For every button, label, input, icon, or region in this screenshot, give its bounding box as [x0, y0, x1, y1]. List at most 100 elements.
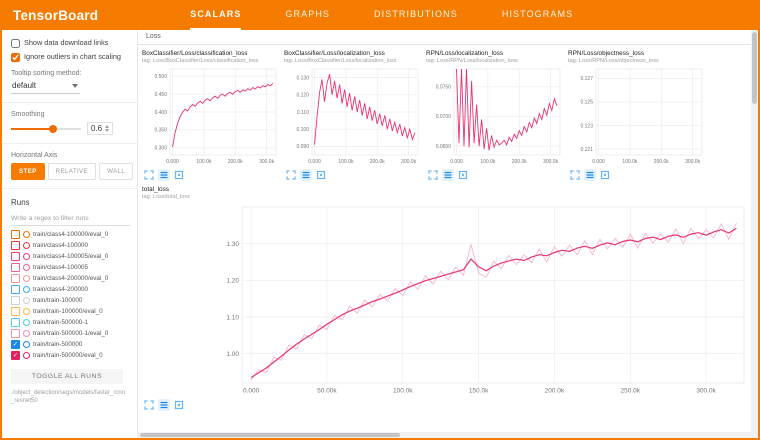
total-loss-chart[interactable]: 0.00050.00k100.0k150.0k200.0k250.0k300.0… [142, 201, 751, 397]
svg-text:0.100: 0.100 [296, 127, 309, 133]
run-color-swatch [23, 275, 30, 282]
run-item[interactable]: train/class4-200000/eval_0 [11, 273, 130, 284]
pin-icon[interactable] [599, 169, 611, 181]
tab-histograms[interactable]: HISTOGRAMS [502, 0, 573, 30]
svg-text:300.0k: 300.0k [259, 159, 275, 165]
box-localization-loss-chart[interactable]: 0.000100.0k200.0k300.0k0.0900.1000.1100.… [284, 65, 424, 167]
run-checkbox[interactable] [11, 274, 20, 283]
pin-icon[interactable] [315, 169, 327, 181]
spinner-arrows-icon[interactable] [105, 125, 109, 132]
run-checkbox[interactable] [11, 241, 20, 250]
tab-distributions[interactable]: DISTRIBUTIONS [374, 0, 458, 30]
run-item[interactable]: ✓ train/train-500000 [11, 339, 130, 350]
chart-title: BoxClassifier/Loss/localization_loss [284, 50, 424, 57]
data-table-icon[interactable] [584, 169, 596, 181]
run-item[interactable]: train/train-100000 [11, 295, 130, 306]
run-color-swatch [23, 341, 30, 348]
runs-list: train/class4-100000/eval_0 train/class4-1… [11, 229, 130, 365]
svg-text:0.130: 0.130 [296, 75, 309, 81]
fullscreen-icon[interactable] [143, 399, 155, 411]
run-checkbox[interactable] [11, 285, 20, 294]
svg-text:0.350: 0.350 [154, 128, 167, 134]
settings-sidebar: Show data download links Ignore outliers… [2, 30, 138, 438]
tab-graphs[interactable]: GRAPHS [285, 0, 330, 30]
run-checkbox[interactable] [11, 318, 20, 327]
toggle-all-runs-button[interactable]: TOGGLE ALL RUNS [11, 369, 123, 384]
run-name: train/class4-200000 [33, 286, 88, 293]
chart-footer [142, 167, 282, 181]
run-item[interactable]: train/class4-100005 [11, 262, 130, 273]
run-checkbox[interactable]: ✓ [11, 340, 20, 349]
data-table-icon[interactable] [158, 399, 170, 411]
chart-title: total_loss [142, 186, 751, 193]
svg-text:0.500: 0.500 [154, 74, 167, 80]
run-item[interactable]: train/class4-200000 [11, 284, 130, 295]
run-name: train/train-500000-1 [33, 319, 88, 326]
run-name: train/class4-100000/eval_0 [33, 231, 108, 238]
run-name: train/train-500000/eval_0 [33, 352, 103, 359]
run-checkbox[interactable] [11, 230, 20, 239]
app-logo: TensorBoard [2, 8, 98, 23]
fullscreen-icon[interactable] [427, 169, 439, 181]
chart-tag: tag: Loss/BoxClassifier/Loss/classificat… [142, 58, 282, 64]
run-item[interactable]: train/class4-100005/eval_0 [11, 251, 130, 262]
chart-title: BoxClassifier/Loss/classification_loss [142, 50, 282, 57]
run-item[interactable]: ✓ train/train-500000/eval_0 [11, 350, 130, 361]
small-charts-row: BoxClassifier/Loss/classification_loss t… [138, 45, 751, 181]
run-checkbox[interactable] [11, 329, 20, 338]
data-table-icon[interactable] [300, 169, 312, 181]
svg-text:0.000: 0.000 [166, 159, 179, 165]
data-table-icon[interactable] [442, 169, 454, 181]
run-checkbox[interactable] [11, 296, 20, 305]
pin-icon[interactable] [457, 169, 469, 181]
run-item[interactable]: train/train-500000-1/eval_0 [11, 328, 130, 339]
pin-icon[interactable] [173, 169, 185, 181]
ignore-outliers-checkbox[interactable] [11, 53, 20, 62]
chart-card-classification-loss: BoxClassifier/Loss/classification_loss t… [142, 50, 282, 181]
fullscreen-icon[interactable] [285, 169, 297, 181]
svg-text:100.0k: 100.0k [196, 159, 212, 165]
slider-knob[interactable] [49, 125, 57, 133]
classification-loss-chart[interactable]: 0.000100.0k200.0k300.0k0.3000.3500.4000.… [142, 65, 282, 167]
data-table-icon[interactable] [158, 169, 170, 181]
tooltip-sorting-select[interactable]: default [11, 80, 80, 94]
ignore-outliers-row[interactable]: Ignore outliers in chart scaling [11, 52, 130, 62]
rpn-localization-loss-chart[interactable]: 0.000100.0k200.0k300.0k0.06500.07000.075… [426, 65, 566, 167]
run-color-swatch [23, 297, 30, 304]
svg-text:300.0k: 300.0k [543, 159, 559, 165]
run-item[interactable]: train/train-500000-1 [11, 317, 130, 328]
tab-scalars[interactable]: SCALARS [190, 0, 241, 30]
smoothing-label: Smoothing [11, 111, 130, 118]
ignore-outliers-label: Ignore outliers in chart scaling [24, 52, 121, 61]
show-download-links-row[interactable]: Show data download links [11, 38, 130, 48]
pin-icon[interactable] [173, 399, 185, 411]
horizontal-scrollbar-thumb[interactable] [140, 433, 400, 437]
fullscreen-icon[interactable] [143, 169, 155, 181]
svg-text:300.0k: 300.0k [401, 159, 417, 165]
axis-step-button[interactable]: STEP [11, 163, 45, 180]
axis-wall-button[interactable]: WALL [99, 163, 133, 180]
run-checkbox[interactable] [11, 263, 20, 272]
run-checkbox[interactable] [11, 252, 20, 261]
run-checkbox[interactable] [11, 307, 20, 316]
run-item[interactable]: train/train-100000/eval_0 [11, 306, 130, 317]
fullscreen-icon[interactable] [569, 169, 581, 181]
runs-filter-input[interactable] [11, 211, 130, 226]
run-item[interactable]: train/class4-100000/eval_0 [11, 229, 130, 240]
axis-relative-button[interactable]: RELATIVE [48, 163, 96, 180]
svg-text:0.000: 0.000 [592, 159, 605, 165]
svg-text:0.400: 0.400 [154, 110, 167, 116]
show-download-links-checkbox[interactable] [11, 39, 20, 48]
smoothing-value-box[interactable]: 0.6 [87, 122, 113, 135]
smoothing-slider[interactable] [11, 124, 81, 134]
show-download-links-label: Show data download links [24, 38, 108, 47]
chart-footer [426, 167, 566, 181]
svg-text:50.00k: 50.00k [317, 388, 337, 395]
run-item[interactable]: train/class4-100000 [11, 240, 130, 251]
objectness-loss-chart[interactable]: 0.000100.0k200.0k300.0k0.1210.1230.1250.… [568, 65, 708, 167]
svg-text:0.0750: 0.0750 [436, 85, 452, 91]
run-checkbox[interactable]: ✓ [11, 351, 20, 360]
category-header-loss[interactable]: Loss [138, 30, 751, 45]
run-name: train/train-500000 [33, 341, 82, 348]
vertical-scrollbar-thumb[interactable] [752, 32, 757, 104]
